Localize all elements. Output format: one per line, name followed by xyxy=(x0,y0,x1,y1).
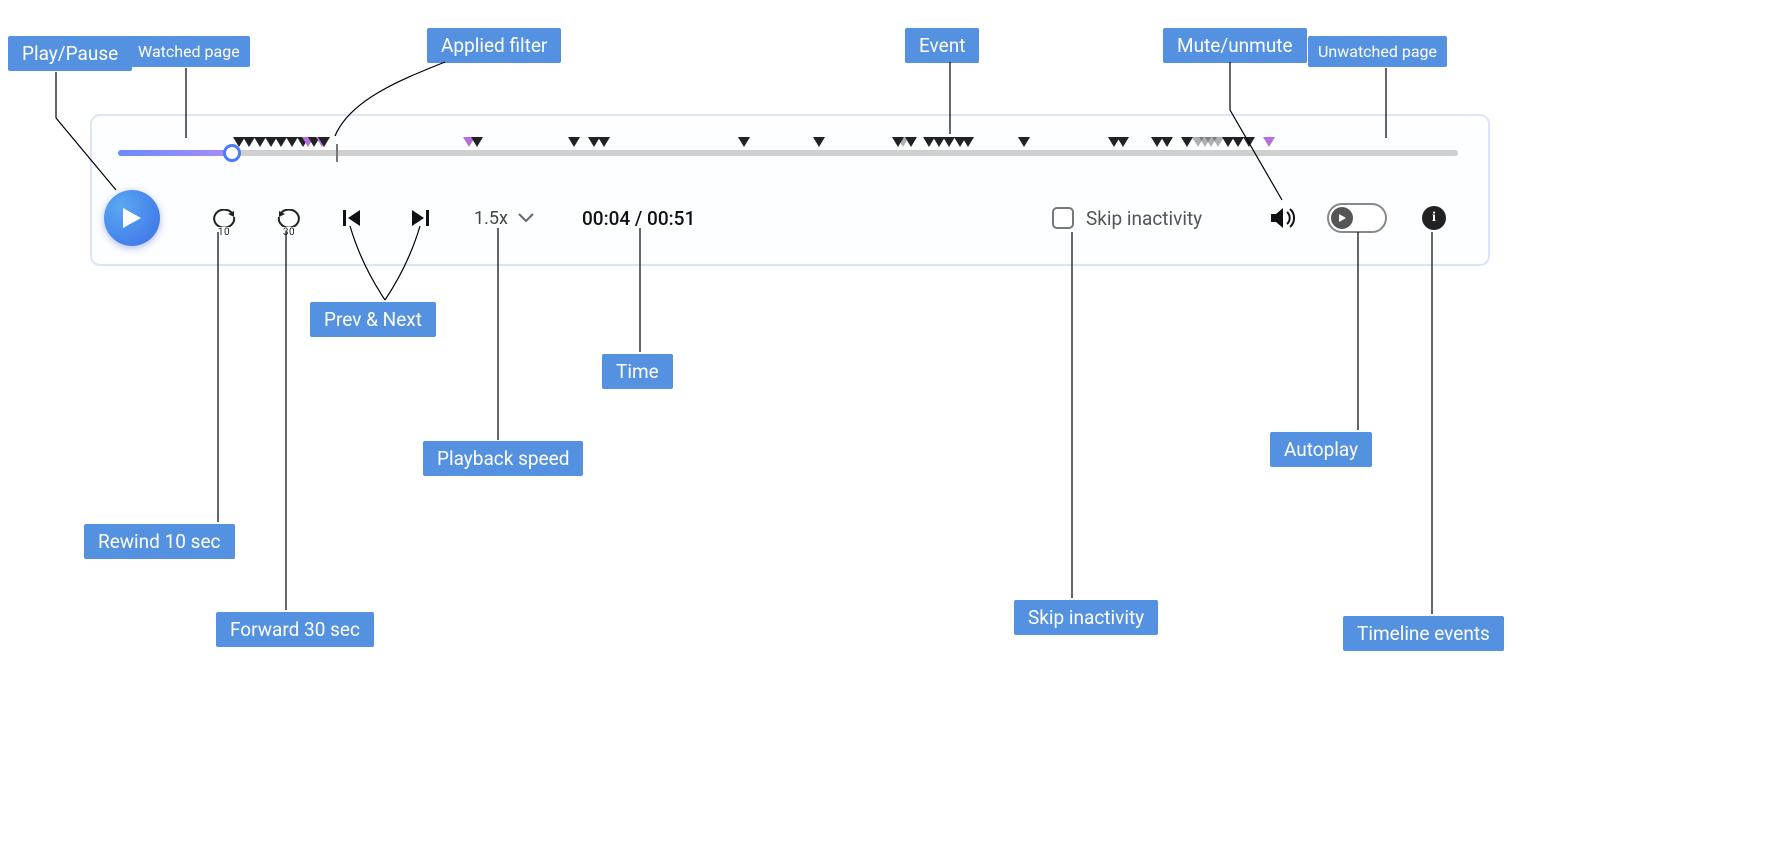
callout-rewind-10: Rewind 10 sec xyxy=(84,524,235,559)
event-marker[interactable] xyxy=(598,137,610,147)
playhead[interactable] xyxy=(223,144,241,162)
applied-filter-marker xyxy=(336,144,338,162)
skip-inactivity-checkbox[interactable] xyxy=(1052,207,1074,229)
skip-inactivity-label: Skip inactivity xyxy=(1086,207,1202,230)
skip-prev-icon xyxy=(342,208,362,228)
callout-event: Event xyxy=(905,28,979,63)
event-marker[interactable] xyxy=(471,137,483,147)
callout-timeline-events: Timeline events xyxy=(1343,616,1504,651)
mute-unmute-button[interactable] xyxy=(1270,206,1296,230)
timeline[interactable] xyxy=(118,140,1458,160)
event-marker[interactable] xyxy=(1263,137,1275,147)
playback-speed-value: 1.5x xyxy=(474,208,508,229)
prev-button[interactable] xyxy=(342,208,362,228)
playback-speed-selector[interactable]: 1.5x xyxy=(474,208,534,229)
rewind-10-button[interactable]: 10 xyxy=(210,209,238,227)
callout-time: Time xyxy=(602,354,673,389)
next-button[interactable] xyxy=(410,208,430,228)
timeline-events-info-button[interactable]: i xyxy=(1422,206,1446,230)
player-panel: 10 30 1.5x 00:04 / 00:51 xyxy=(90,114,1490,266)
chevron-down-icon xyxy=(518,213,534,223)
callout-play-pause: Play/Pause xyxy=(8,36,132,71)
event-marker[interactable] xyxy=(738,137,750,147)
event-marker[interactable] xyxy=(905,137,917,147)
event-marker[interactable] xyxy=(1117,137,1129,147)
forward-amount-label: 30 xyxy=(283,227,295,238)
event-marker[interactable] xyxy=(568,137,580,147)
callout-prev-next: Prev & Next xyxy=(310,302,436,337)
event-marker[interactable] xyxy=(1243,137,1255,147)
info-icon: i xyxy=(1432,210,1436,226)
controls-row: 10 30 1.5x 00:04 / 00:51 xyxy=(92,178,1488,258)
callout-autoplay: Autoplay xyxy=(1270,432,1372,467)
speaker-icon xyxy=(1270,206,1296,230)
callout-mute-unmute: Mute/unmute xyxy=(1163,28,1307,63)
watched-track xyxy=(118,150,232,156)
play-small-icon xyxy=(1337,213,1347,223)
rewind-amount-label: 10 xyxy=(218,227,230,238)
autoplay-toggle-knob xyxy=(1331,207,1353,229)
event-marker[interactable] xyxy=(1161,137,1173,147)
play-pause-button[interactable] xyxy=(104,190,160,246)
event-marker[interactable] xyxy=(962,137,974,147)
forward-30-button[interactable]: 30 xyxy=(275,209,303,227)
rewind-arrow-icon xyxy=(210,209,238,227)
event-marker[interactable] xyxy=(318,137,330,147)
callout-playback-speed: Playback speed xyxy=(423,441,583,476)
skip-next-icon xyxy=(410,208,430,228)
play-icon xyxy=(121,206,143,230)
callout-applied-filter: Applied filter xyxy=(427,28,561,63)
callout-watched-page: Watched page xyxy=(128,36,250,67)
event-marker[interactable] xyxy=(1018,137,1030,147)
time-text: 00:04 / 00:51 xyxy=(582,207,695,230)
callout-forward-30: Forward 30 sec xyxy=(216,612,374,647)
callout-skip-inactivity: Skip inactivity xyxy=(1014,600,1158,635)
event-marker[interactable] xyxy=(813,137,825,147)
forward-arrow-icon xyxy=(275,209,303,227)
unwatched-track xyxy=(118,150,1458,156)
autoplay-toggle[interactable] xyxy=(1327,203,1387,233)
callout-unwatched-page: Unwatched page xyxy=(1308,36,1447,67)
time-display: 00:04 / 00:51 xyxy=(582,207,695,230)
